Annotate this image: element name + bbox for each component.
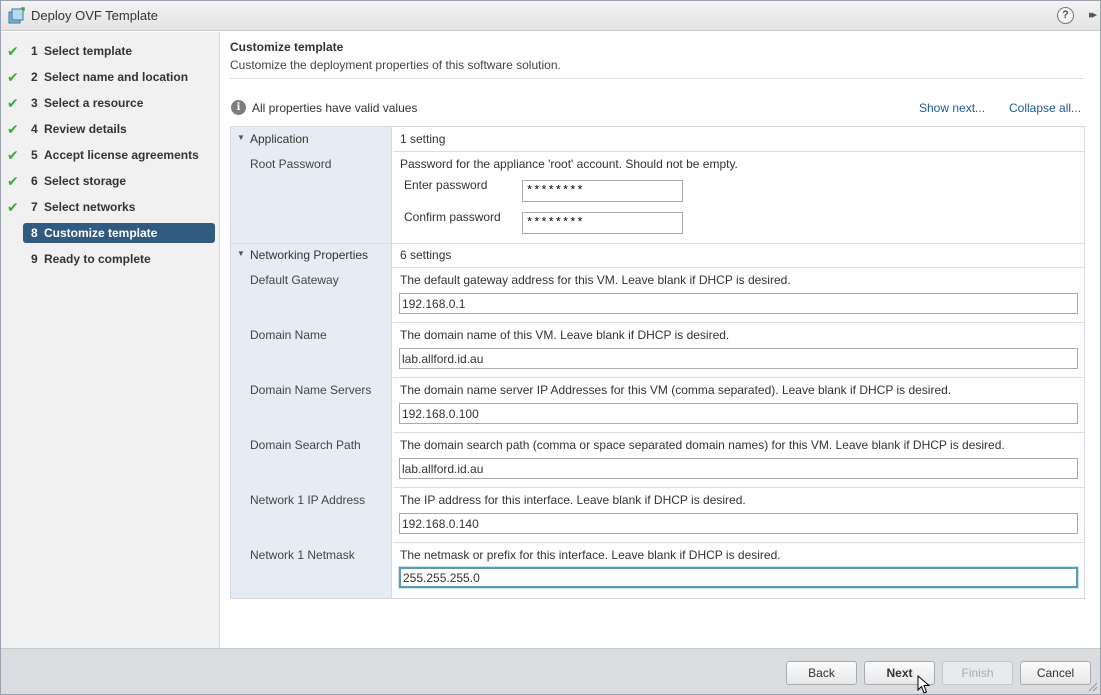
step-label: Review details <box>44 122 127 136</box>
default-gateway-label: Default Gateway <box>250 273 339 287</box>
domain-name-servers-input[interactable] <box>399 403 1078 424</box>
step-select-networks[interactable]: ✔ 7 Select networks <box>7 197 215 217</box>
step-label: Select networks <box>44 200 136 214</box>
root-password-description: Password for the appliance 'root' accoun… <box>400 157 738 171</box>
row-divider <box>393 267 1084 268</box>
row-divider <box>393 377 1084 378</box>
expand-icon[interactable]: ▸▸ <box>1089 8 1097 21</box>
row-divider <box>393 542 1084 543</box>
network-1-netmask-label: Network 1 Netmask <box>250 548 355 562</box>
group-count: 1 setting <box>400 132 446 146</box>
domain-name-input[interactable] <box>399 348 1078 369</box>
enter-password-label: Enter password <box>404 178 488 192</box>
checkmark-icon: ✔ <box>7 43 19 59</box>
domain-name-servers-description: The domain name server IP Addresses for … <box>400 383 952 397</box>
step-number: 8 <box>31 226 38 240</box>
step-number: 3 <box>31 96 38 110</box>
wizard-steps: ✔ 1 Select template ✔ 2 Select name and … <box>1 32 220 648</box>
divider <box>230 78 1084 79</box>
checkmark-icon: ✔ <box>7 173 19 189</box>
step-number: 2 <box>31 70 38 84</box>
network-1-ip-description: The IP address for this interface. Leave… <box>400 493 746 507</box>
network-1-ip-label: Network 1 IP Address <box>250 493 366 507</box>
group-count: 6 settings <box>400 248 452 262</box>
domain-name-servers-label: Domain Name Servers <box>250 383 372 397</box>
row-divider <box>393 432 1084 433</box>
cancel-button[interactable]: Cancel <box>1020 661 1091 685</box>
step-ready-to-complete[interactable]: 9 Ready to complete <box>23 249 215 269</box>
step-label: Select storage <box>44 174 127 188</box>
resize-grip-icon[interactable] <box>1088 682 1098 692</box>
step-customize-template[interactable]: 8 Customize template <box>23 223 215 243</box>
step-number: 5 <box>31 148 38 162</box>
collapse-caret-icon[interactable]: ▼ <box>237 133 245 142</box>
row-divider <box>393 151 1084 152</box>
domain-search-path-input[interactable] <box>399 458 1078 479</box>
back-button[interactable]: Back <box>786 661 857 685</box>
label-column <box>231 127 392 598</box>
mouse-cursor-icon <box>917 675 931 694</box>
group-networking-properties[interactable]: ▼ Networking Properties 6 settings <box>231 243 1084 267</box>
domain-name-description: The domain name of this VM. Leave blank … <box>400 328 730 342</box>
deploy-ovf-dialog: Deploy OVF Template ? ▸▸ ✔ 1 Select temp… <box>0 0 1101 695</box>
step-select-resource[interactable]: ✔ 3 Select a resource <box>7 93 215 113</box>
checkmark-icon: ✔ <box>7 199 19 215</box>
confirm-password-label: Confirm password <box>404 210 501 224</box>
step-label: Accept license agreements <box>44 148 199 162</box>
properties-table: ▼ Application 1 setting Root Password Pa… <box>230 126 1085 599</box>
ovf-template-icon <box>8 7 25 24</box>
step-label: Select template <box>44 44 133 58</box>
step-label: Ready to complete <box>44 252 151 266</box>
page-title: Customize template <box>230 40 344 54</box>
step-select-template[interactable]: ✔ 1 Select template <box>7 41 215 61</box>
domain-search-path-label: Domain Search Path <box>250 438 361 452</box>
main-panel: Customize template Customize the deploym… <box>221 32 1100 648</box>
page-subtitle: Customize the deployment properties of t… <box>230 58 561 72</box>
network-1-ip-input[interactable] <box>399 513 1078 534</box>
validation-status: All properties have valid values <box>252 101 418 115</box>
collapse-caret-icon[interactable]: ▼ <box>237 249 245 258</box>
enter-password-input[interactable] <box>522 180 683 202</box>
show-next-link[interactable]: Show next... <box>919 101 985 115</box>
step-select-storage[interactable]: ✔ 6 Select storage <box>7 171 215 191</box>
row-divider <box>393 322 1084 323</box>
network-1-netmask-description: The netmask or prefix for this interface… <box>400 548 781 562</box>
info-icon: i <box>231 100 246 115</box>
dialog-footer: Back Next Finish Cancel <box>1 648 1100 694</box>
dialog-title: Deploy OVF Template <box>31 8 158 23</box>
step-accept-license[interactable]: ✔ 5 Accept license agreements <box>7 145 215 165</box>
domain-search-path-description: The domain search path (comma or space s… <box>400 438 1005 452</box>
checkmark-icon: ✔ <box>7 69 19 85</box>
finish-button[interactable]: Finish <box>942 661 1013 685</box>
checkmark-icon: ✔ <box>7 95 19 111</box>
domain-name-label: Domain Name <box>250 328 327 342</box>
step-number: 1 <box>31 44 38 58</box>
step-number: 6 <box>31 174 38 188</box>
group-name: Networking Properties <box>250 248 369 262</box>
step-number: 4 <box>31 122 38 136</box>
step-number: 7 <box>31 200 38 214</box>
step-label: Select a resource <box>44 96 144 110</box>
step-select-name-location[interactable]: ✔ 2 Select name and location <box>7 67 215 87</box>
step-label: Customize template <box>44 226 158 240</box>
help-icon[interactable]: ? <box>1057 7 1074 24</box>
checkmark-icon: ✔ <box>7 147 19 163</box>
step-label: Select name and location <box>44 70 189 84</box>
step-number: 9 <box>31 252 38 266</box>
title-bar: Deploy OVF Template ? ▸▸ <box>1 1 1100 31</box>
group-application[interactable]: ▼ Application 1 setting <box>231 127 1084 151</box>
root-password-label: Root Password <box>250 157 332 171</box>
collapse-all-link[interactable]: Collapse all... <box>1009 101 1081 115</box>
network-1-netmask-input[interactable] <box>399 567 1078 588</box>
confirm-password-input[interactable] <box>522 212 683 234</box>
group-name: Application <box>250 132 309 146</box>
step-review-details[interactable]: ✔ 4 Review details <box>7 119 215 139</box>
row-divider <box>393 487 1084 488</box>
default-gateway-description: The default gateway address for this VM.… <box>400 273 791 287</box>
checkmark-icon: ✔ <box>7 121 19 137</box>
default-gateway-input[interactable] <box>399 293 1078 314</box>
